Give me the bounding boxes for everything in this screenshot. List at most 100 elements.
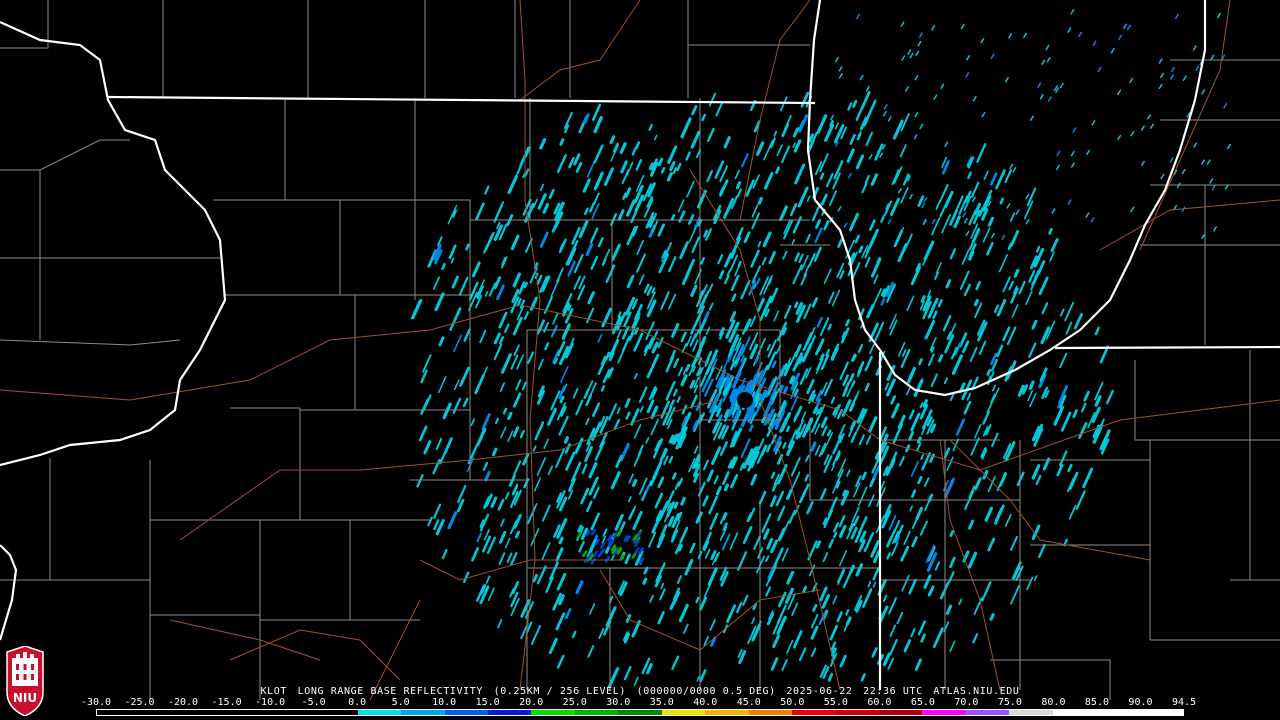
echo-streak: [685, 363, 691, 372]
echo-streak: [775, 166, 780, 174]
colorbar-tick: 10.0: [432, 697, 457, 708]
colorbar-swatch: [487, 710, 532, 715]
colorbar-tick: -25.0: [124, 697, 155, 708]
colorbar-tick: 30.0: [606, 697, 631, 708]
colorbar-tick: 55.0: [823, 697, 848, 708]
colorbar-tick: 80.0: [1041, 697, 1066, 708]
colorbar-swatch: [401, 710, 445, 715]
echo-streak: [507, 411, 513, 421]
colorbar-swatch: [357, 710, 402, 715]
echo-streak: [600, 385, 605, 392]
echo-streak: [735, 181, 742, 190]
colorbar-tick: 85.0: [1084, 697, 1109, 708]
colorbar-tick: 60.0: [867, 697, 892, 708]
colorbar-swatch: [1052, 710, 1097, 715]
colorbar-swatch: [227, 710, 271, 715]
echo-streak: [559, 395, 565, 404]
echo-streak: [989, 613, 995, 621]
colorbar-tick: 15.0: [475, 697, 500, 708]
echo-streak: [622, 192, 627, 200]
colorbar-tick: 45.0: [736, 697, 761, 708]
colorbar-tick: 94.5: [1171, 697, 1197, 708]
echo-streak: [793, 301, 799, 309]
colorbar-tick: -5.0: [301, 697, 326, 708]
echo-streak: [465, 243, 470, 251]
colorbar-swatch: [1139, 710, 1183, 715]
echo-streak: [1048, 227, 1053, 235]
colorbar-tick: 5.0: [391, 697, 410, 708]
colorbar-swatch: [661, 710, 706, 715]
colorbar-swatch: [705, 710, 749, 715]
echo-streak: [737, 260, 742, 268]
product-caption: KLOT LONG RANGE BASE REFLECTIVITY (0.25K…: [0, 686, 1280, 697]
echo-streak: [851, 353, 857, 362]
colorbar-tick: -30.0: [80, 697, 112, 708]
echo-streak: [680, 496, 686, 506]
colorbar-tick: -20.0: [167, 697, 199, 708]
echo-streak: [786, 425, 791, 433]
echo-streak: [559, 138, 565, 146]
colorbar-swatch: [183, 710, 228, 715]
echo-streak: [874, 451, 881, 460]
colorbar-tick: 75.0: [997, 697, 1022, 708]
colorbar-swatch: [1096, 710, 1140, 715]
scan-time: 22:36 UTC: [863, 686, 923, 697]
colorbar-swatch: [140, 710, 184, 715]
colorbar-tick: 90.0: [1128, 697, 1153, 708]
echo-streak: [673, 501, 679, 510]
echo-streak: [833, 531, 838, 539]
colorbar-swatch: [270, 710, 315, 715]
niu-logo: NIU: [4, 645, 46, 717]
echo-streak: [845, 318, 850, 327]
colorbar-swatch: [965, 710, 1010, 715]
echo-streak: [949, 530, 955, 537]
echo-streak: [789, 375, 795, 384]
colorbar-tick: 40.0: [693, 697, 718, 708]
colorbar-swatch: [618, 710, 662, 715]
colorbar-swatch: [748, 710, 792, 715]
colorbar-tick: 25.0: [562, 697, 587, 708]
scan-date: 2025-06-22: [786, 686, 853, 697]
colorbar-tick: 65.0: [910, 697, 935, 708]
colorbar-swatch: [878, 710, 923, 715]
colorbar-swatch: [444, 710, 488, 715]
colorbar: [96, 709, 1184, 716]
resolution: (0.25KM / 256 LEVEL): [493, 686, 627, 697]
colorbar-tick: -10.0: [255, 697, 286, 708]
colorbar-tick: 70.0: [954, 697, 979, 708]
radar-site-gap: [737, 392, 753, 408]
scan-info: (000000/0000 0.5 DEG): [636, 686, 776, 697]
echo-streak: [671, 472, 677, 480]
logo-text: NIU: [13, 691, 37, 705]
echo-streak: [973, 299, 979, 307]
colorbar-tick: 0.0: [348, 697, 367, 708]
source-site: ATLAS.NIU.EDU: [933, 686, 1020, 697]
echo-streak: [670, 213, 676, 221]
echo-streak: [514, 530, 520, 539]
echo-streak: [999, 197, 1005, 205]
echo-streak: [802, 585, 808, 594]
echo-streak: [642, 577, 648, 585]
colorbar-swatch: [574, 710, 619, 715]
colorbar-swatch: [314, 710, 358, 715]
colorbar-swatch: [1009, 710, 1053, 715]
echo-streak: [631, 478, 638, 488]
product-name: LONG RANGE BASE REFLECTIVITY: [297, 686, 483, 697]
echo-streak: [918, 358, 923, 366]
colorbar-swatch: [97, 710, 141, 715]
colorbar-swatch: [922, 710, 966, 715]
colorbar-swatch: [835, 710, 879, 715]
colorbar-tick: -15.0: [211, 697, 242, 708]
echo-streak: [757, 197, 763, 205]
radar-map: [0, 0, 1280, 720]
colorbar-swatch: [792, 710, 836, 715]
echo-streak: [858, 245, 864, 254]
echo-streak: [986, 368, 991, 376]
station-id: KLOT: [260, 686, 287, 697]
colorbar-tick-labels: -30.0 -25.0 -20.0 -15.0 -10.0 -5.0 0.0 5.0 10.0 1…: [81, 697, 1196, 708]
echo-streak: [563, 436, 570, 444]
echo-streak: [812, 406, 819, 414]
echo-streak: [920, 295, 926, 303]
echo-streak: [849, 564, 856, 574]
colorbar-tick: 35.0: [649, 697, 674, 708]
